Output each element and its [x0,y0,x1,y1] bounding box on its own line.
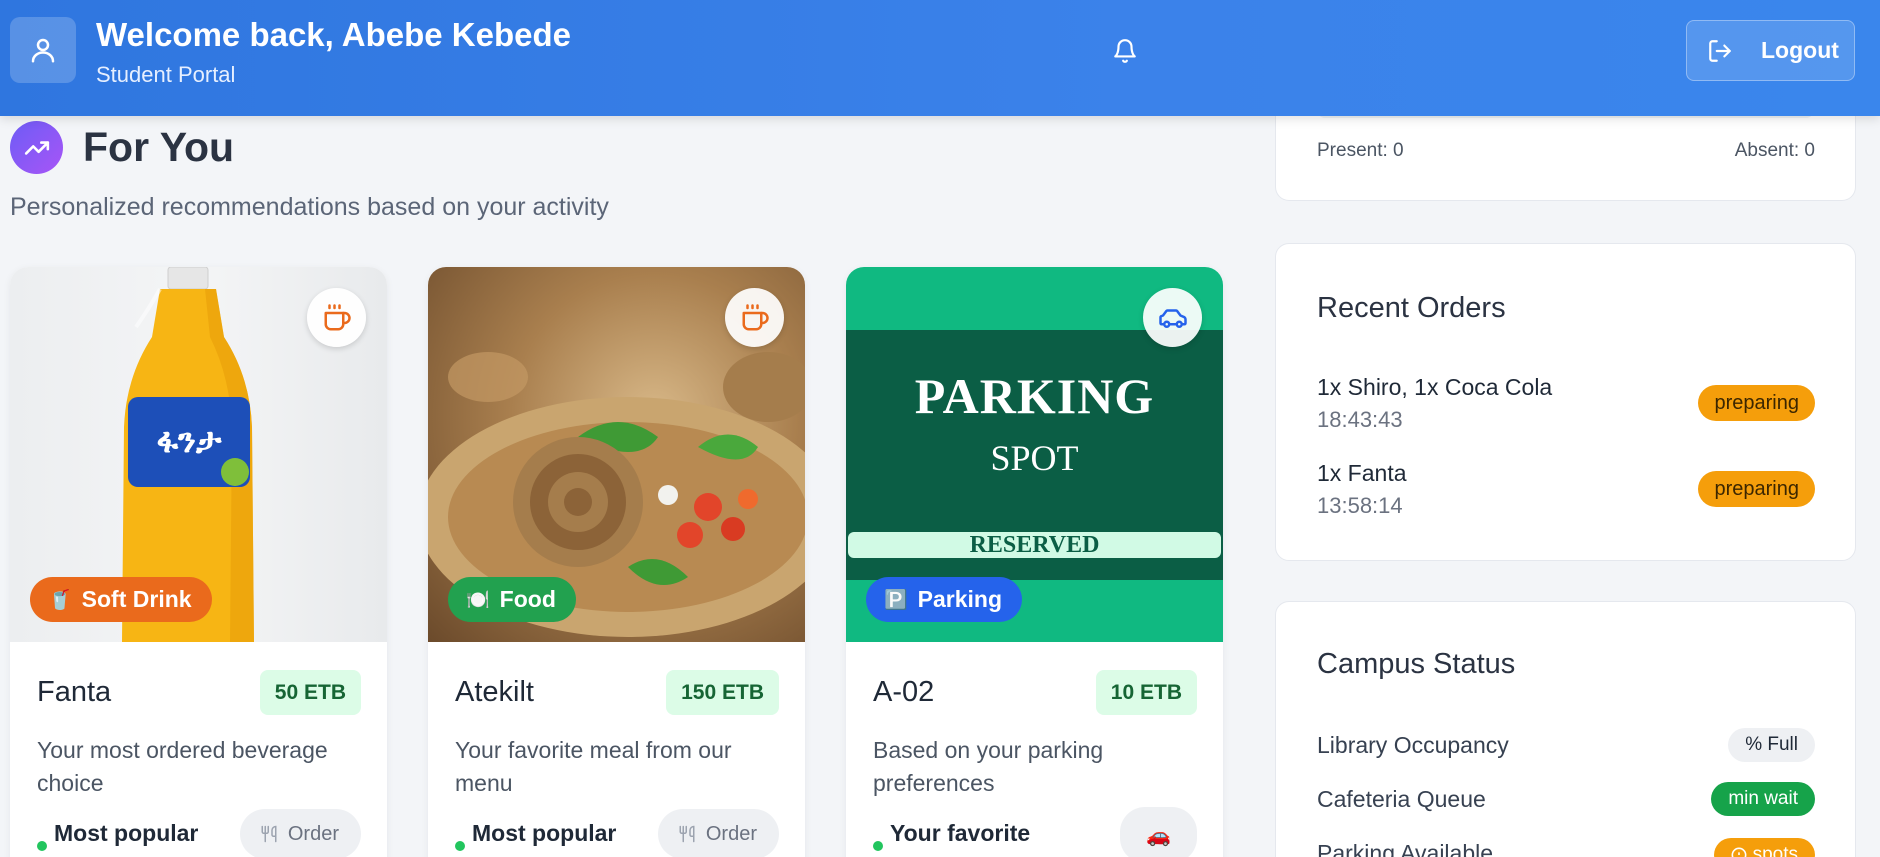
library-occupancy-label: Library Occupancy [1317,732,1509,758]
welcome-title: Welcome back, Abebe Kebede [96,16,572,53]
coffee-icon [725,288,784,347]
cafeteria-queue-label: Cafeteria Queue [1317,786,1486,812]
logout-icon [1709,39,1731,62]
plate-icon: 🍽️ [466,589,490,611]
fanta-image: ፋንታ 🥤 Soft Drink [10,267,387,642]
car-emoji-icon: 🚗 [1146,824,1171,847]
cafeteria-queue-badge: min wait [1711,782,1815,816]
parking-available-badge: spots [1713,838,1815,857]
order-item: 1x Shiro, 1x Coca Cola [1317,374,1553,400]
order-label: Order [287,822,339,845]
top-header: Welcome back, Abebe Kebede Student Porta… [0,0,1880,116]
logout-label: Logout [1761,37,1839,63]
order-item: 1x Fanta [1317,460,1407,486]
parking-sign-reserved: RESERVED [848,532,1221,558]
utensils-icon [679,825,695,843]
parking-icon: 🅿️ [884,589,908,611]
status-badge: preparing [1698,385,1815,421]
soft-drink-icon: 🥤 [48,589,72,611]
atekilt-image: 🍽️ Food [428,267,805,642]
category-label: Parking [917,586,1003,612]
item-description: Your most ordered beverage choice [37,737,328,796]
price-badge: 150 ETB [666,670,779,715]
status-dot [455,841,465,851]
campus-status-title: Campus Status [1317,648,1516,680]
alert-circle-icon [1731,847,1747,857]
price-badge: 50 ETB [259,670,361,715]
recent-orders-title: Recent Orders [1317,292,1506,324]
parking-available-label: Parking Available [1317,840,1494,857]
trending-icon [10,121,63,174]
price-badge: 10 ETB [1095,670,1197,715]
item-description: Based on your parking preferences [873,737,1104,796]
item-name: Atekilt [455,676,534,708]
category-badge: 🥤 Soft Drink [30,577,212,622]
category-badge: 🍽️ Food [448,577,576,622]
recommendation-card-atekilt[interactable]: 🍽️ Food Atekilt 150 ETB Your favorite me… [428,267,805,857]
for-you-subtitle: Personalized recommendations based on yo… [10,193,609,221]
item-name: Fanta [37,676,112,708]
recommendation-card-fanta[interactable]: ፋንታ 🥤 Soft Drink Fanta 50 ETB Your most … [10,267,387,857]
utensils-icon [261,825,277,843]
coffee-icon [307,288,366,347]
item-description: Your favorite meal from our menu [455,737,732,796]
parking-sign-title: PARKING [914,368,1155,424]
status-dot [37,841,47,851]
logout-button[interactable]: Logout [1686,20,1855,81]
user-icon [31,38,55,63]
order-label: Order [705,822,757,845]
portal-subtitle: Student Portal [96,62,236,87]
reserve-button[interactable]: 🚗 [1120,807,1197,857]
item-name: A-02 [873,676,935,708]
status-dot [873,841,883,851]
parking-available-value: spots [1752,844,1798,857]
order-button[interactable]: Order [657,809,779,857]
category-badge: 🅿️ Parking [866,577,1023,622]
bell-icon[interactable] [1112,36,1138,66]
status-badge: preparing [1698,471,1815,507]
order-time: 13:58:14 [1317,493,1403,518]
item-tag: Most popular [472,820,617,846]
absent-count: Absent: 0 [1734,140,1815,161]
svg-text:ፋንታ: ፋንታ [157,421,222,461]
recommendation-card-parking[interactable]: PARKING SPOT RESERVED 🅿️ Parking A-02 10… [846,267,1223,857]
campus-status-panel: Campus Status Library Occupancy % Full C… [1275,601,1856,857]
for-you-title: For You [83,124,235,170]
present-count: Present: 0 [1317,140,1404,161]
car-icon [1143,288,1202,347]
recent-orders-panel: Recent Orders 1x Shiro, 1x Coca Cola 18:… [1275,243,1856,561]
order-time: 18:43:43 [1317,407,1403,432]
item-tag: Most popular [54,820,199,846]
user-avatar[interactable] [10,17,76,83]
category-label: Soft Drink [81,586,192,612]
library-occupancy-badge: % Full [1728,728,1815,762]
parking-image: PARKING SPOT RESERVED 🅿️ Parking [846,267,1223,642]
item-tag: Your favorite [890,820,1031,846]
order-button[interactable]: Order [239,809,361,857]
parking-sign-spot: SPOT [990,438,1079,478]
category-label: Food [499,586,556,612]
